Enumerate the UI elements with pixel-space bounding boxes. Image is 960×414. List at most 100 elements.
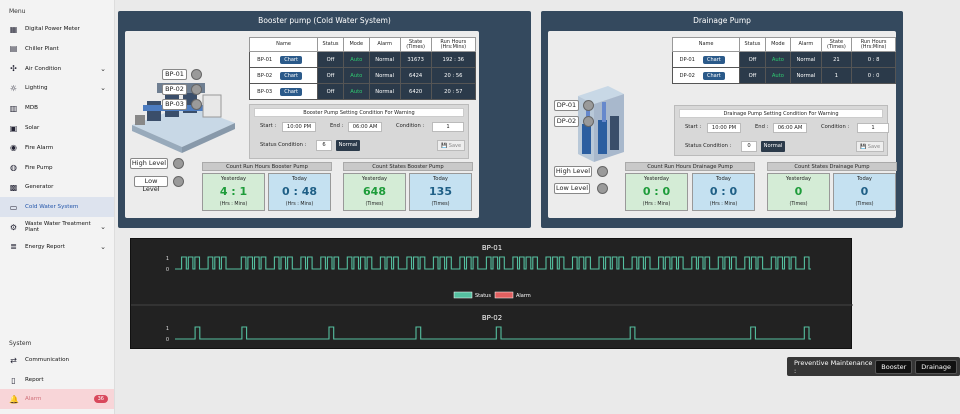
sidebar-item-alarm[interactable]: 🔔 Alarm 36 [0, 389, 114, 409]
state-cell: 6424 [399, 67, 432, 84]
sidebar-item-communication[interactable]: ⇄ Communication [0, 350, 114, 370]
normal-button[interactable]: Normal [761, 141, 785, 152]
sidebar-item-chiller-plant[interactable]: ▤ Chiller Plant [0, 39, 114, 59]
status-cell: Off [317, 67, 344, 84]
charts-svg: BP-01 1 0 BP-02 1 0 Status Alarm [131, 244, 853, 343]
sidebar-item-generator[interactable]: ▩ Generator [0, 177, 114, 197]
sidebar-item-cold-water-system[interactable]: ▭ Cold Water System [0, 197, 114, 218]
count-box: Yesterday 0 (Times) [767, 173, 830, 211]
table-row: DP-01 Chart Off Auto Normal 21 0 : 8 [671, 51, 896, 68]
status-condition-input[interactable]: 6 [316, 140, 332, 151]
pump-name-cell: BP-02 Chart [248, 67, 319, 84]
column-header: Alarm [790, 37, 822, 52]
drainage-pump-panel: Drainage Pump DP-01 DP-02 High Level Low … [541, 11, 903, 228]
sidebar-item-label: Generator [25, 184, 54, 191]
pump-status-charts: BP-01 1 0 BP-02 1 0 Status Alarm [130, 238, 853, 349]
high-level-lamp [173, 158, 184, 169]
condition-input[interactable]: 1 [432, 122, 464, 132]
solar-icon: ▣ [9, 123, 18, 133]
chevron-down-icon: ⌄ [100, 84, 106, 93]
end-time-input[interactable]: 06:00 AM [348, 122, 382, 132]
sidebar-item-energy-report[interactable]: ≣ Energy Report ⌄ [0, 237, 114, 257]
normal-button[interactable]: Normal [336, 140, 360, 151]
mode-cell: Auto [764, 51, 792, 68]
fire-alarm-icon: ◉ [10, 143, 17, 153]
pump-label: BP-01 [162, 69, 187, 80]
column-header: Alarm [368, 37, 401, 52]
status-condition-input[interactable]: 0 [741, 141, 757, 152]
start-time-input[interactable]: 10:00 PM [282, 122, 316, 132]
status-condition-label: Status Condition : [685, 143, 732, 149]
chart-button[interactable]: Chart [280, 55, 302, 64]
bulb-icon: ☼ [9, 83, 18, 93]
power-meter-icon: ▦ [9, 24, 18, 34]
chart-button[interactable]: Chart [702, 71, 725, 80]
sidebar-item-mdb[interactable]: ▥ MDB [0, 98, 114, 118]
table-row: BP-03 Chart Off Auto Normal 6420 20 : 57 [248, 83, 477, 100]
status-series-line [175, 256, 811, 270]
preventive-maintenance-bar: Preventive Maintenance : Booster Drainag… [787, 357, 960, 376]
y-tick-label: 1 [166, 326, 169, 332]
legend-alarm-swatch [494, 291, 514, 299]
chart-button[interactable]: Chart [702, 55, 725, 64]
column-header: Name [671, 37, 741, 52]
condition-title: Booster Pump Setting Condition For Warni… [254, 108, 464, 117]
run-hours-heading: Count Run Hours Drainage Pump [625, 162, 755, 171]
high-level-indicator: High Level [130, 158, 168, 169]
count-box: Yesterday 0 : 0 (Hrs : Mins) [625, 173, 688, 211]
pump-name-cell: BP-03 Chart [248, 83, 319, 100]
save-button[interactable]: 💾 Save [856, 141, 884, 152]
sidebar-item-report[interactable]: ▯ Report [0, 370, 114, 390]
table-row: DP-02 Chart Off Auto Normal 1 0 : 0 [671, 67, 896, 84]
pump-name-cell: DP-01 Chart [671, 51, 741, 68]
booster-maintenance-button[interactable]: Booster [875, 359, 913, 374]
document-icon: ▯ [11, 375, 16, 385]
sidebar-item-label: Alarm [25, 396, 42, 402]
state-cell: 1 [820, 67, 853, 84]
sidebar-item-label: Waste Water Treatment Plant [25, 221, 91, 233]
wastewater-icon: ⚙ [9, 222, 18, 232]
mode-cell: Auto [342, 51, 370, 68]
chart-button[interactable]: Chart [280, 87, 302, 96]
chart-button[interactable]: Chart [280, 71, 302, 80]
y-tick-label: 0 [166, 337, 169, 343]
states-heading: Count States Booster Pump [343, 162, 473, 171]
pump-status-lamp [583, 100, 594, 111]
end-time-input[interactable]: 06:00 AM [773, 123, 807, 133]
booster-inner: BP-01 BP-02 BP-03 High Level Low Level Nam… [125, 31, 479, 218]
run-hours-cell: 0 : 8 [851, 51, 896, 68]
booster-condition-box: Booster Pump Setting Condition For Warni… [249, 104, 469, 159]
chevron-down-icon: ⌄ [100, 242, 106, 251]
sidebar-item-waste-water-treatment-plant[interactable]: ⚙ Waste Water Treatment Plant ⌄ [0, 217, 114, 237]
generator-icon: ▩ [9, 182, 18, 192]
drainage-maintenance-button[interactable]: Drainage [915, 359, 957, 374]
count-box: Today 0 (Times) [833, 173, 896, 211]
save-button[interactable]: 💾 Save [437, 140, 465, 151]
start-time-input[interactable]: 10:00 PM [707, 123, 741, 133]
table-row: BP-01 Chart Off Auto Normal 31673 192 : 36 [248, 51, 477, 68]
sidebar-item-solar[interactable]: ▣ Solar [0, 118, 114, 138]
mode-cell: Auto [342, 83, 370, 100]
booster-pump-panel: Booster pump (Cold Water System) BP-01 BP… [118, 11, 531, 228]
condition-label: Condition : [396, 123, 425, 129]
column-header: State (Times) [399, 37, 432, 52]
sidebar-item-lighting[interactable]: ☼ Lighting ⌄ [0, 78, 114, 98]
legend-status-label: Status [475, 293, 491, 299]
sidebar-item-fire-pump[interactable]: ◍ Fire Pump [0, 158, 114, 178]
status-condition-label: Status Condition : [260, 142, 307, 148]
water-icon: ▭ [9, 202, 18, 212]
column-header: State (Times) [820, 37, 853, 52]
sidebar-item-fire-alarm[interactable]: ◉ Fire Alarm [0, 138, 114, 158]
sidebar-item-label: Solar [25, 125, 40, 131]
alarm-cell: Normal [368, 51, 401, 68]
sidebar-item-air-condition[interactable]: ✣ Air Condition ⌄ [0, 59, 114, 79]
chart-title: BP-02 [482, 314, 502, 322]
fan-icon: ✣ [10, 64, 17, 74]
column-header: Status [317, 37, 344, 52]
end-label: End : [330, 123, 344, 129]
sidebar: Menu ▦ Digital Power Meter ▤ Chiller Plant ✣… [0, 0, 115, 414]
chevron-down-icon: ⌄ [100, 64, 106, 73]
sidebar-item-digital-power-meter[interactable]: ▦ Digital Power Meter [0, 19, 114, 39]
y-tick-label: 1 [166, 256, 169, 262]
condition-input[interactable]: 1 [857, 123, 889, 133]
